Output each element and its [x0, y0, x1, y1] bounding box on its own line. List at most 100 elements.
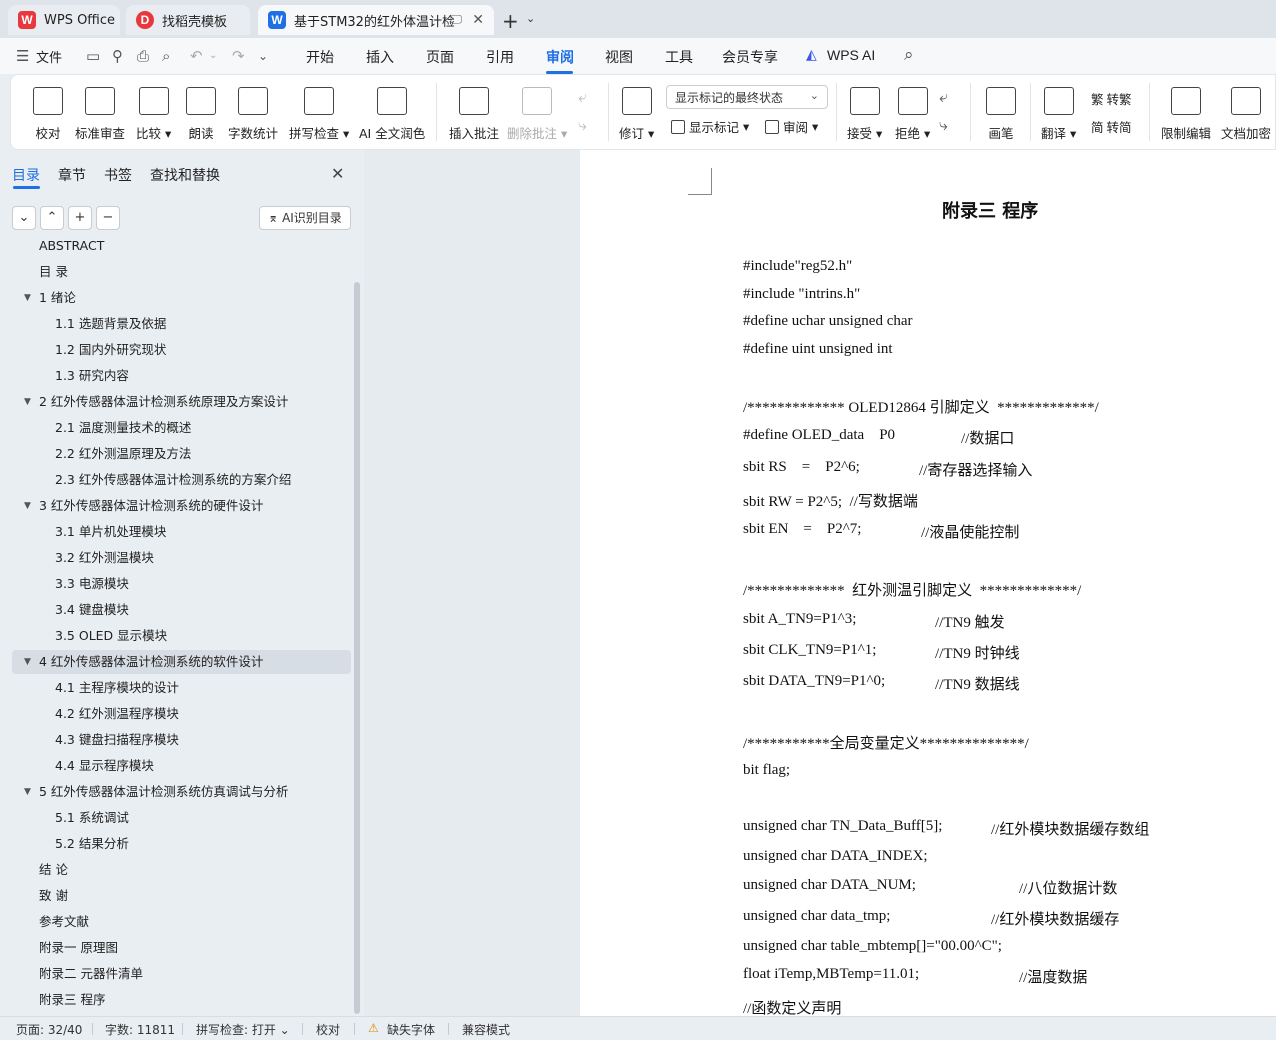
next-comment-icon[interactable]: ⤷ — [578, 115, 587, 135]
to-traditional-button[interactable]: 繁 转繁 — [1091, 89, 1132, 108]
remove-heading-button[interactable]: − — [96, 206, 120, 230]
expand-arrow-icon[interactable]: ▼ — [24, 494, 31, 518]
toc-item[interactable]: 目 录 — [0, 260, 352, 284]
menu-file[interactable]: 文件 — [36, 47, 62, 66]
menu-start[interactable]: 开始 — [306, 47, 334, 67]
toc-item[interactable]: 4.4 显示程序模块 — [0, 754, 352, 778]
read-aloud-button[interactable]: 朗读 — [186, 87, 216, 142]
review-pane-button[interactable]: 审阅 ▾ — [765, 117, 818, 136]
page-indicator[interactable]: 页面: 32/40 — [16, 1021, 82, 1038]
tab-wps-office[interactable]: W WPS Office — [8, 5, 120, 35]
toc-item[interactable]: 1.2 国内外研究现状 — [0, 338, 352, 362]
toc-item[interactable]: 3.1 单片机处理模块 — [0, 520, 352, 544]
insert-comment-button[interactable]: 插入批注 — [449, 87, 499, 142]
toc-item[interactable]: 2.3 红外传感器体温计检测系统的方案介绍 — [0, 468, 352, 492]
redo-icon[interactable]: ↷ — [232, 47, 245, 65]
word-count[interactable]: 字数: 11811 — [105, 1021, 175, 1038]
menu-wps-ai[interactable]: WPS AI — [827, 47, 875, 63]
add-heading-button[interactable]: + — [68, 206, 92, 230]
customize-icon[interactable]: ⌄ — [258, 49, 268, 63]
word-count-button[interactable]: 字数统计 — [228, 87, 278, 142]
toc-item[interactable]: ▼ 3 红外传感器体温计检测系统的硬件设计 — [0, 494, 352, 518]
save-icon[interactable]: ▭ — [86, 47, 100, 65]
toc-item[interactable]: 1.1 选题背景及依据 — [0, 312, 352, 336]
expand-arrow-icon[interactable]: ▼ — [24, 390, 31, 414]
expand-arrow-icon[interactable]: ▼ — [24, 780, 31, 804]
toc-item[interactable]: 结 论 — [0, 858, 352, 882]
menu-page[interactable]: 页面 — [426, 47, 454, 67]
close-tab-icon[interactable]: ✕ — [472, 12, 484, 28]
toc-item[interactable]: 2.1 温度测量技术的概述 — [0, 416, 352, 440]
toc-item[interactable]: ▼ 1 绪论 — [0, 286, 352, 310]
spell-check-button[interactable]: 拼写检查 ▾ — [289, 87, 349, 142]
scrollbar[interactable] — [354, 282, 360, 1014]
menu-tools[interactable]: 工具 — [665, 47, 693, 67]
undo-icon[interactable]: ↶ — [190, 47, 203, 65]
to-simplified-button[interactable]: 简 转简 — [1091, 117, 1132, 136]
ai-polish-button[interactable]: AI 全文润色 — [359, 87, 425, 142]
toc-item[interactable]: 参考文献 — [0, 910, 352, 934]
markup-mode-select[interactable]: 显示标记的最终状态 ⌄ — [666, 85, 828, 109]
print-icon[interactable]: ⎙ — [137, 47, 149, 65]
show-markup-button[interactable]: 显示标记 ▾ — [671, 117, 749, 136]
toc-item[interactable]: 4.3 键盘扫描程序模块 — [0, 728, 352, 752]
link-icon[interactable]: ⚲ — [112, 47, 123, 65]
menu-member[interactable]: 会员专享 — [722, 47, 778, 67]
expand-arrow-icon[interactable]: ▼ — [24, 286, 31, 310]
missing-font-status[interactable]: 缺失字体 — [387, 1021, 435, 1038]
previous-change-icon[interactable]: ⤶ — [939, 87, 948, 107]
tab-bookmarks[interactable]: 书签 — [104, 165, 132, 185]
tab-find-replace[interactable]: 查找和替换 — [150, 165, 220, 185]
spell-check-status[interactable]: 拼写检查: 打开 ⌄ — [196, 1021, 290, 1038]
toc-item[interactable]: 附录一 原理图 — [0, 936, 352, 960]
toc-item[interactable]: 4.1 主程序模块的设计 — [0, 676, 352, 700]
accept-button[interactable]: 接受 ▾ — [847, 87, 882, 142]
toc-item[interactable]: 5.1 系统调试 — [0, 806, 352, 830]
chevron-down-icon[interactable]: ⌄ — [526, 12, 535, 25]
toc-item[interactable]: 3.3 电源模块 — [0, 572, 352, 596]
close-icon[interactable]: ✕ — [331, 164, 344, 183]
expand-arrow-icon[interactable]: ▼ — [24, 650, 31, 674]
delete-comment-button[interactable]: 删除批注 ▾ — [507, 87, 567, 142]
ai-toc-button[interactable]: ⌆ AI识别目录 — [259, 206, 351, 230]
toc-item[interactable]: ABSTRACT — [0, 240, 352, 258]
track-changes-button[interactable]: 修订 ▾ — [619, 87, 654, 142]
previous-comment-icon[interactable]: ⤶ — [578, 87, 587, 107]
toc-item[interactable]: 2.2 红外测温原理及方法 — [0, 442, 352, 466]
tab-toc[interactable]: 目录 — [12, 165, 40, 185]
toc-item[interactable]: 附录三 程序 — [0, 988, 352, 1012]
new-tab-icon[interactable]: + — [502, 9, 519, 33]
expand-up-button[interactable]: ⌃ — [40, 206, 64, 230]
toc-item[interactable]: 附录二 元器件清单 — [0, 962, 352, 986]
tab-template[interactable]: D 找稻壳模板 — [126, 5, 250, 35]
proofread-button[interactable]: 校对 — [33, 87, 63, 142]
toc-item[interactable]: 4.2 红外测温程序模块 — [0, 702, 352, 726]
toc-item[interactable]: 1.3 研究内容 — [0, 364, 352, 388]
toc-item[interactable]: 3.5 OLED 显示模块 — [0, 624, 352, 648]
collapse-all-button[interactable]: ⌄ — [12, 206, 36, 230]
toc-item[interactable]: ▼ 2 红外传感器体温计检测系统原理及方案设计 — [0, 390, 352, 414]
toc-item[interactable]: 5.2 结果分析 — [0, 832, 352, 856]
doc-encrypt-button[interactable]: 文档加密 — [1221, 87, 1271, 142]
toc-item[interactable]: ▼ 4 红外传感器体温计检测系统的软件设计 — [12, 650, 351, 674]
standard-review-button[interactable]: 标准审查 — [75, 87, 125, 142]
toc-item[interactable]: ▼ 5 红外传感器体温计检测系统仿真调试与分析 — [0, 780, 352, 804]
proofread-status[interactable]: 校对 — [316, 1021, 340, 1038]
search-icon[interactable]: ⌕ — [904, 45, 914, 65]
menu-reference[interactable]: 引用 — [486, 47, 514, 67]
undo-menu-icon[interactable]: ⌄ — [209, 50, 217, 61]
tab-sections[interactable]: 章节 — [58, 165, 86, 185]
hamburger-icon[interactable]: ☰ — [16, 47, 29, 65]
menu-view[interactable]: 视图 — [605, 47, 633, 67]
toc-item[interactable]: 致 谢 — [0, 884, 352, 908]
toc-item[interactable]: 3.2 红外测温模块 — [0, 546, 352, 570]
compare-button[interactable]: 比较 ▾ — [136, 87, 171, 142]
menu-insert[interactable]: 插入 — [366, 47, 394, 67]
menu-review[interactable]: 审阅 — [546, 47, 574, 67]
reject-button[interactable]: 拒绝 ▾ — [895, 87, 930, 142]
restrict-edit-button[interactable]: 限制编辑 — [1161, 87, 1211, 142]
pen-button[interactable]: 画笔 — [986, 87, 1016, 142]
monitor-icon[interactable]: 🖵 — [450, 12, 462, 27]
toc-item[interactable]: 3.4 键盘模块 — [0, 598, 352, 622]
tab-document[interactable]: W 基于STM32的红外体温计检测 🖵 ✕ — [258, 5, 494, 35]
